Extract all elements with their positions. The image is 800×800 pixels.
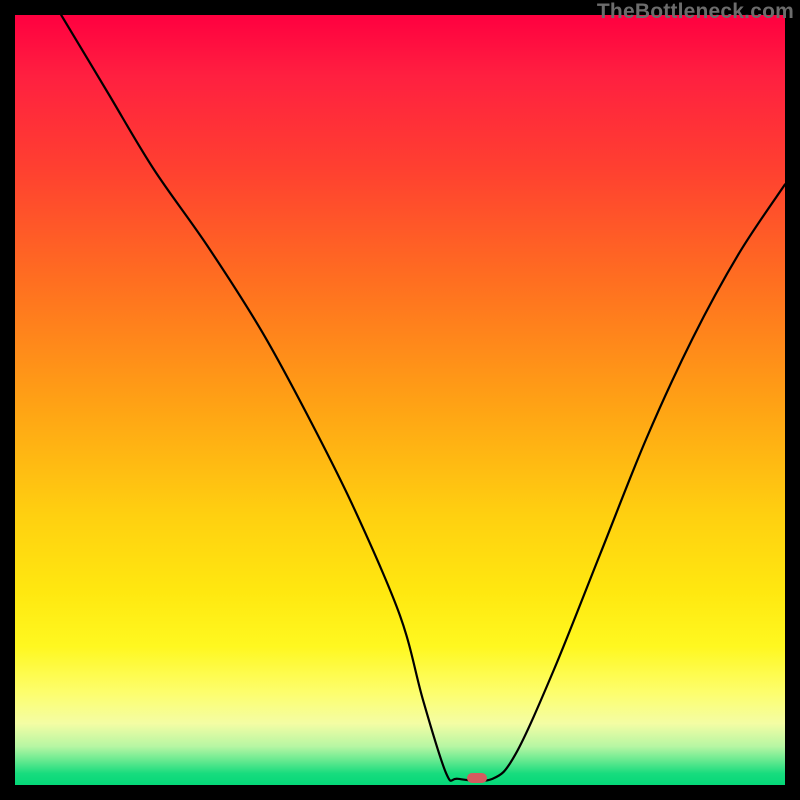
watermark-text: TheBottleneck.com — [597, 0, 794, 24]
bottleneck-curve — [15, 15, 785, 785]
optimum-marker — [467, 773, 487, 783]
